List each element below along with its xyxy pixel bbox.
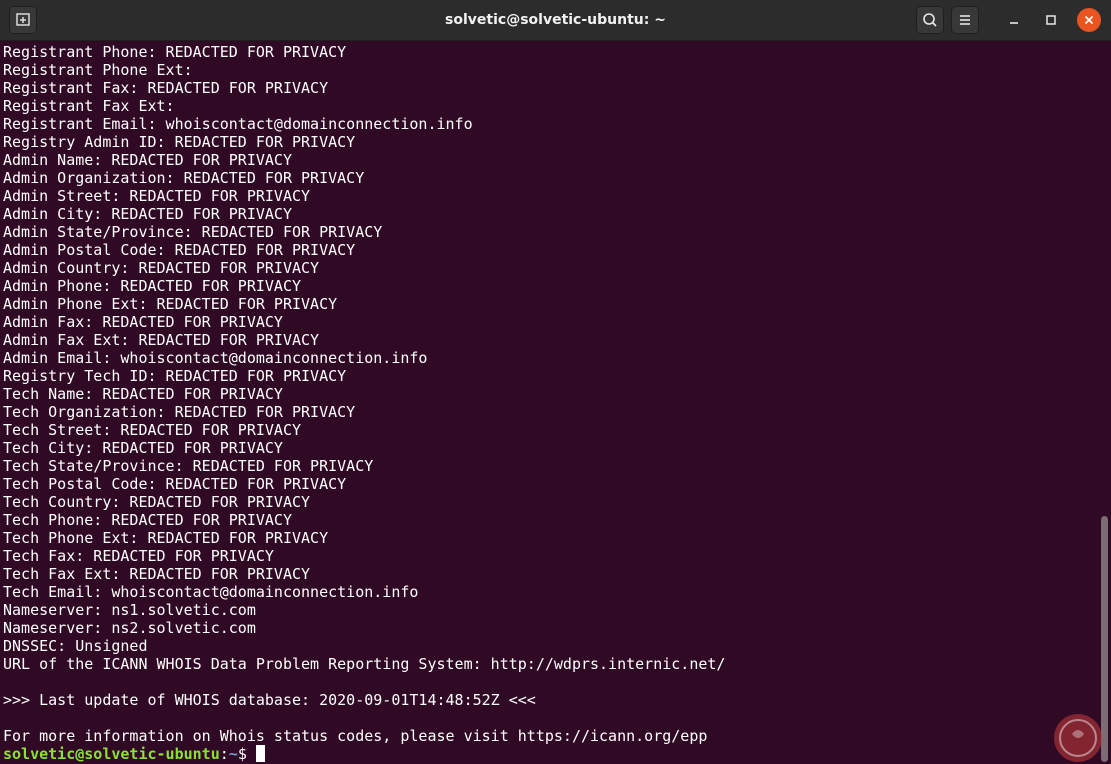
search-button[interactable] [916, 6, 944, 34]
new-tab-button[interactable] [9, 6, 37, 34]
close-button[interactable] [1077, 8, 1101, 32]
output-line: Admin Organization: REDACTED FOR PRIVACY [3, 169, 365, 187]
output-line: Registrant Fax: REDACTED FOR PRIVACY [3, 79, 329, 97]
output-line: Admin Email: whoiscontact@domainconnecti… [3, 349, 428, 367]
output-line: Tech Phone: REDACTED FOR PRIVACY [3, 511, 292, 529]
minimize-icon [1010, 22, 1018, 24]
menu-button[interactable] [951, 6, 979, 34]
prompt-user-host: solvetic@solvetic-ubuntu [3, 745, 220, 763]
output-line: Registry Tech ID: REDACTED FOR PRIVACY [3, 367, 347, 385]
hamburger-menu-icon [960, 15, 970, 25]
output-line: Registrant Fax Ext: [3, 97, 175, 115]
terminal-output[interactable]: Registrant Phone: REDACTED FOR PRIVACY R… [0, 43, 1100, 764]
output-line: >>> Last update of WHOIS database: 2020-… [3, 691, 536, 709]
text-cursor [255, 745, 265, 762]
maximize-button[interactable] [1039, 8, 1063, 32]
output-line: Admin City: REDACTED FOR PRIVACY [3, 205, 292, 223]
terminal-window: solvetic@solvetic-ubuntu: ~ Registrant P… [0, 0, 1111, 764]
search-icon [923, 13, 937, 27]
output-line: Admin Name: REDACTED FOR PRIVACY [3, 151, 292, 169]
new-tab-icon [16, 13, 30, 26]
output-line: Registrant Email: whoiscontact@domaincon… [3, 115, 473, 133]
window-title: solvetic@solvetic-ubuntu: ~ [445, 12, 666, 28]
output-line: Admin Postal Code: REDACTED FOR PRIVACY [3, 241, 356, 259]
output-line: Tech Country: REDACTED FOR PRIVACY [3, 493, 311, 511]
minimize-button[interactable] [1002, 8, 1026, 32]
prompt-separator: : [219, 745, 229, 763]
watermark-logo [1054, 714, 1102, 762]
output-line: Tech Fax: REDACTED FOR PRIVACY [3, 547, 274, 565]
scrollbar-thumb[interactable] [1101, 516, 1108, 762]
prompt-symbol: $ [237, 745, 256, 763]
output-line: Tech City: REDACTED FOR PRIVACY [3, 439, 283, 457]
output-line: Nameserver: ns1.solvetic.com [3, 601, 256, 619]
output-line: URL of the ICANN WHOIS Data Problem Repo… [3, 655, 726, 673]
output-line: Admin State/Province: REDACTED FOR PRIVA… [3, 223, 383, 241]
output-line: Tech Postal Code: REDACTED FOR PRIVACY [3, 475, 347, 493]
output-line: Tech Name: REDACTED FOR PRIVACY [3, 385, 283, 403]
logo-icon [1059, 719, 1097, 757]
output-line: Admin Fax: REDACTED FOR PRIVACY [3, 313, 283, 331]
close-icon [1084, 15, 1094, 25]
prompt-path: ~ [228, 745, 238, 763]
output-line: Registrant Phone Ext: [3, 61, 193, 79]
output-line: Nameserver: ns2.solvetic.com [3, 619, 256, 637]
output-line: Admin Country: REDACTED FOR PRIVACY [3, 259, 320, 277]
output-line: Tech Organization: REDACTED FOR PRIVACY [3, 403, 356, 421]
output-line: Admin Street: REDACTED FOR PRIVACY [3, 187, 311, 205]
output-line: Tech Street: REDACTED FOR PRIVACY [3, 421, 302, 439]
output-line: Tech Fax Ext: REDACTED FOR PRIVACY [3, 565, 311, 583]
output-line: Admin Phone: REDACTED FOR PRIVACY [3, 277, 302, 295]
output-line: Tech Email: whoiscontact@domainconnectio… [3, 583, 419, 601]
output-line: Admin Fax Ext: REDACTED FOR PRIVACY [3, 331, 320, 349]
output-line: DNSSEC: Unsigned [3, 637, 148, 655]
output-line: Tech Phone Ext: REDACTED FOR PRIVACY [3, 529, 329, 547]
maximize-icon [1046, 15, 1056, 25]
output-line: Admin Phone Ext: REDACTED FOR PRIVACY [3, 295, 338, 313]
output-line: Tech State/Province: REDACTED FOR PRIVAC… [3, 457, 374, 475]
output-line: For more information on Whois status cod… [3, 727, 708, 745]
output-line: Registrant Phone: REDACTED FOR PRIVACY [3, 43, 347, 61]
command-prompt[interactable]: solvetic@solvetic-ubuntu:~$ [3, 745, 1100, 763]
title-bar: solvetic@solvetic-ubuntu: ~ [0, 0, 1111, 41]
output-line: Registry Admin ID: REDACTED FOR PRIVACY [3, 133, 356, 151]
